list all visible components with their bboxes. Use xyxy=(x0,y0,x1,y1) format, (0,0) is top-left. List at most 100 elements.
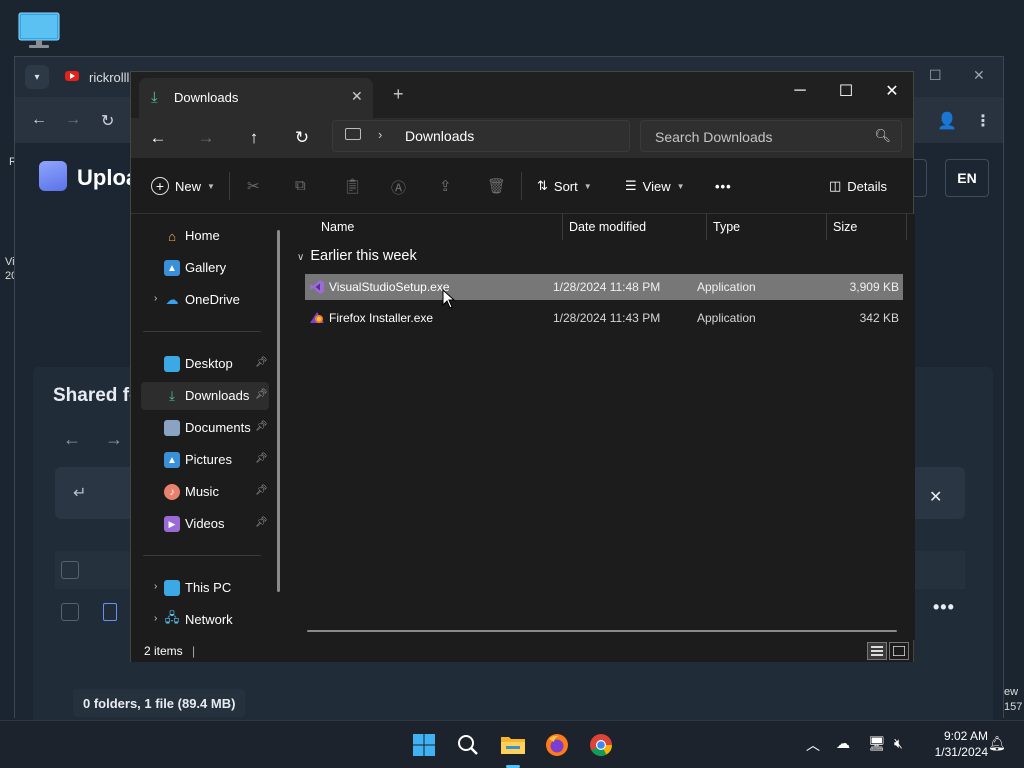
forward-arrow-icon[interactable]: → xyxy=(105,429,123,450)
pin-icon[interactable]: 📌︎ xyxy=(255,453,268,464)
close-icon[interactable]: ✕ xyxy=(869,76,915,106)
nav-item-label: Gallery xyxy=(185,260,227,275)
rename-icon[interactable]: Ⓐ xyxy=(391,177,406,198)
nav-item-videos[interactable]: ▶ Videos 📌︎ xyxy=(141,510,269,538)
file-name: Firefox Installer.exe xyxy=(313,311,433,325)
group-label: Earlier this week xyxy=(310,248,417,264)
nav-item-network[interactable]: › 🖧 Network xyxy=(141,606,269,634)
enter-icon[interactable]: ↵ xyxy=(73,483,86,503)
search-input[interactable]: Search Downloads 🔍︎ xyxy=(640,120,902,152)
file-row[interactable]: VisualStudioSetup.exe 1/28/2024 11:48 PM… xyxy=(305,274,903,300)
new-button[interactable]: + New ▼ xyxy=(151,174,215,198)
nav-item-this-pc[interactable]: › This PC xyxy=(141,574,269,602)
nav-item-documents[interactable]: Documents 📌︎ xyxy=(141,414,269,442)
file-explorer-icon[interactable] xyxy=(497,729,529,761)
details-view-icon[interactable] xyxy=(867,642,887,660)
maximize-icon[interactable]: ☐ xyxy=(929,67,942,84)
pin-icon[interactable]: 📌︎ xyxy=(255,357,268,368)
pin-icon[interactable]: 📌︎ xyxy=(255,389,268,400)
file-type: Application xyxy=(697,311,756,325)
nav-item-music[interactable]: ♪ Music 📌︎ xyxy=(141,478,269,506)
reload-icon[interactable]: ↻ xyxy=(101,111,114,131)
browser-tab-title[interactable]: rickrolll xyxy=(89,70,129,85)
firefox-icon[interactable] xyxy=(541,729,573,761)
expand-icon[interactable]: › xyxy=(154,293,157,304)
share-icon[interactable]: ⇪ xyxy=(439,177,452,195)
close-icon[interactable]: ✕ xyxy=(973,67,985,84)
nav-item-downloads[interactable]: ⤓ Downloads 📌︎ xyxy=(141,382,269,410)
more-options-icon[interactable]: ••• xyxy=(933,597,955,618)
chevron-up-icon[interactable]: ︿ xyxy=(806,735,820,755)
sort-label: Sort xyxy=(553,178,578,194)
clear-icon[interactable]: ✕ xyxy=(929,487,942,507)
pin-icon[interactable]: 📌︎ xyxy=(255,485,268,496)
column-header-size[interactable]: Size xyxy=(827,214,907,240)
nav-item-onedrive[interactable]: › ☁ OneDrive xyxy=(141,286,269,314)
details-label: Details xyxy=(847,178,888,194)
chevron-right-icon[interactable]: › xyxy=(378,127,382,142)
horizontal-scrollbar[interactable] xyxy=(307,630,897,632)
nav-item-home[interactable]: ⌂ Home xyxy=(141,222,269,250)
copy-icon[interactable]: ⧉ xyxy=(295,177,306,194)
pin-icon[interactable]: 📌︎ xyxy=(255,517,268,528)
file-name: VisualStudioSetup.exe xyxy=(313,280,450,294)
profile-icon[interactable]: 👤 xyxy=(937,111,957,131)
minimize-icon[interactable]: ─ xyxy=(777,76,823,106)
tab-list-button[interactable]: ▾ xyxy=(25,65,49,89)
view-button[interactable]: ☰ View ▼ xyxy=(625,174,685,198)
tab-downloads[interactable]: ⤓ Downloads ✕ xyxy=(139,78,373,118)
nav-item-desktop[interactable]: Desktop 📌︎ xyxy=(141,350,269,378)
start-icon[interactable] xyxy=(408,729,440,761)
notification-bell-icon[interactable]: 🔔︎ xyxy=(988,735,1006,752)
item-count: 2 items xyxy=(144,644,183,658)
expand-icon[interactable]: › xyxy=(154,581,157,592)
row-checkbox[interactable] xyxy=(61,603,79,621)
nav-scrollbar[interactable] xyxy=(277,230,280,592)
column-header-date[interactable]: Date modified xyxy=(563,214,707,240)
more-options-button[interactable]: ••• xyxy=(715,174,732,198)
desktop-monitor-icon[interactable] xyxy=(18,12,60,48)
up-icon[interactable]: ↑ xyxy=(239,126,269,150)
volume-muted-icon[interactable]: 🔇︎ xyxy=(894,735,903,752)
maximize-icon[interactable]: ☐ xyxy=(823,76,869,106)
cloud-offline-icon[interactable]: ☁ xyxy=(836,735,850,752)
nav-item-label: Desktop xyxy=(185,356,233,371)
view-label: View xyxy=(642,178,671,194)
new-tab-icon[interactable]: + xyxy=(393,84,404,105)
nav-item-pictures[interactable]: ▲ Pictures 📌︎ xyxy=(141,446,269,474)
tab-title: Downloads xyxy=(174,90,239,105)
sort-button[interactable]: ⇅ Sort ▼ xyxy=(537,174,592,198)
pin-icon[interactable]: 📌︎ xyxy=(255,421,268,432)
search-icon[interactable] xyxy=(452,729,484,761)
new-label: New xyxy=(175,178,202,194)
column-header-name[interactable]: Name xyxy=(315,214,563,240)
clock[interactable]: 9:02 AM 1/31/2024 xyxy=(916,728,988,760)
column-header-type[interactable]: Type xyxy=(707,214,827,240)
refresh-icon[interactable]: ↻ xyxy=(287,126,317,150)
back-icon[interactable]: ← xyxy=(31,111,47,129)
file-explorer-window[interactable]: ⤓ Downloads ✕ + ─ ☐ ✕ ← → ↑ ↻ › Download… xyxy=(130,71,915,662)
taskbar: ︿ ☁ 🖥︎ 🔇︎ 9:02 AM 1/31/2024 🔔︎ xyxy=(0,720,1024,768)
forward-icon[interactable]: → xyxy=(65,111,81,129)
paste-icon[interactable]: 📋︎ xyxy=(343,177,362,195)
language-button[interactable]: EN xyxy=(945,159,989,197)
tiles-view-icon[interactable] xyxy=(889,642,909,660)
menu-icon[interactable]: ⋮ xyxy=(975,111,991,131)
chrome-icon[interactable] xyxy=(585,729,617,761)
network-icon[interactable]: 🖥︎ xyxy=(868,735,886,752)
back-arrow-icon[interactable]: ← xyxy=(63,429,81,450)
select-all-checkbox[interactable] xyxy=(61,561,79,579)
back-icon[interactable]: ← xyxy=(143,126,173,150)
group-header[interactable]: ∨ Earlier this week xyxy=(297,248,417,264)
address-segment[interactable]: Downloads xyxy=(405,128,474,144)
details-button[interactable]: ◫ Details xyxy=(829,174,887,198)
close-tab-icon[interactable]: ✕ xyxy=(351,88,363,105)
forward-icon[interactable]: → xyxy=(191,126,221,150)
nav-item-gallery[interactable]: ▲ Gallery xyxy=(141,254,269,282)
address-bar[interactable]: › Downloads xyxy=(332,120,630,152)
nav-item-label: Videos xyxy=(185,516,225,531)
cut-icon[interactable]: ✂ xyxy=(247,177,260,195)
file-row[interactable]: Firefox Installer.exe 1/28/2024 11:43 PM… xyxy=(305,305,903,331)
delete-icon[interactable]: 🗑︎ xyxy=(487,177,506,195)
expand-icon[interactable]: › xyxy=(154,613,157,624)
